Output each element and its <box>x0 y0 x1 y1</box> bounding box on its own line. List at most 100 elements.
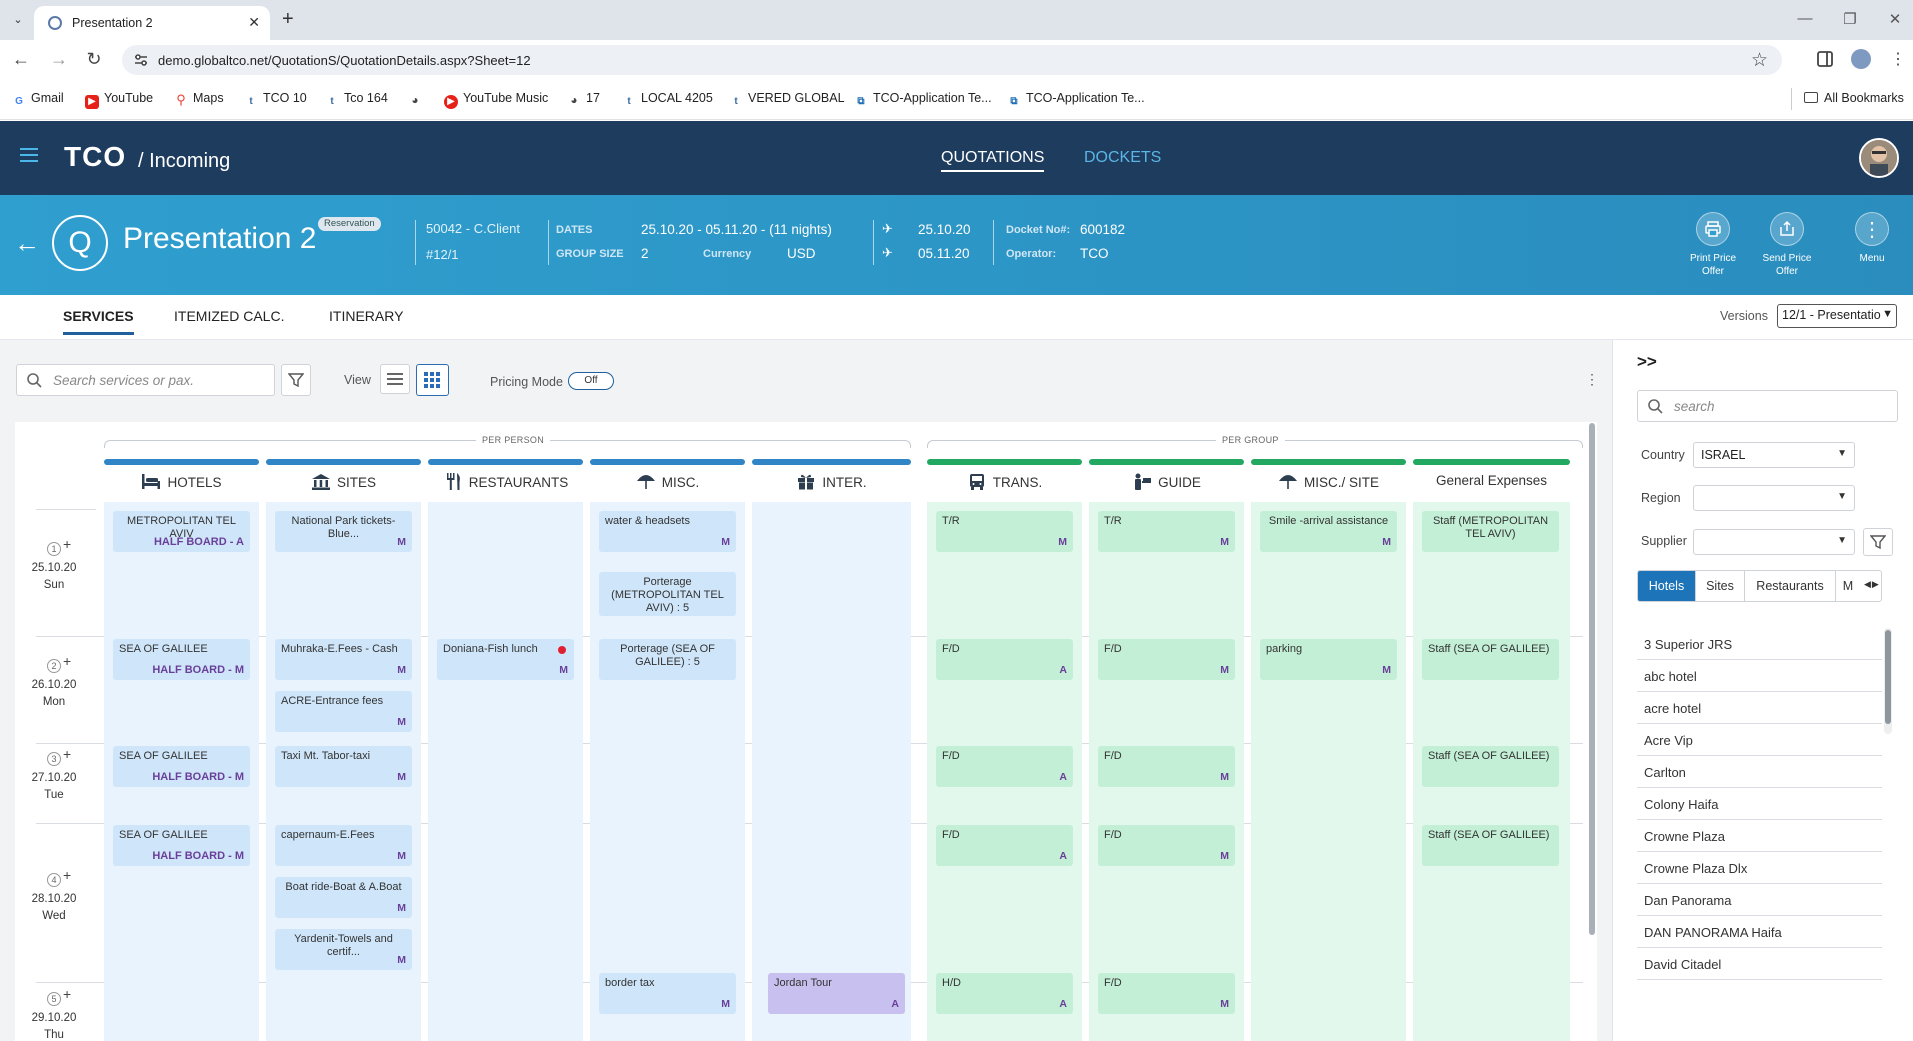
list-item[interactable]: 3 Superior JRS <box>1637 628 1882 660</box>
list-item[interactable]: Colony Haifa <box>1637 788 1882 820</box>
service-card[interactable]: parking M <box>1260 639 1397 680</box>
bookmark-vered-global[interactable]: t VERED GLOBAL <box>729 91 844 109</box>
service-card[interactable]: Doniana-Fish lunch M <box>437 639 574 680</box>
print-price-offer-label[interactable]: Print Price Offer <box>1678 252 1748 278</box>
service-card[interactable]: SEA OF GALILEE HALF BOARD - M <box>113 825 250 866</box>
restore-icon[interactable]: ❐ <box>1840 10 1860 28</box>
browser-tab[interactable]: Presentation 2 ✕ <box>34 6 270 40</box>
column-header-misc-site[interactable]: MISC./ SITE <box>1251 473 1406 490</box>
service-card[interactable]: Staff (METROPOLITAN TEL AVIV) <box>1422 511 1559 552</box>
list-item[interactable]: Carlton <box>1637 756 1882 788</box>
service-card[interactable]: Boat ride-Boat & A.Boat M <box>275 877 412 918</box>
browser-menu-icon[interactable]: ⋮ <box>1890 49 1906 69</box>
new-tab-icon[interactable]: + <box>282 8 294 30</box>
send-price-offer-label[interactable]: Send Price Offer <box>1752 252 1822 278</box>
back-arrow-icon[interactable]: ← <box>14 228 40 259</box>
pricing-mode-toggle[interactable]: Off <box>568 372 614 390</box>
bookmark-youtube-music[interactable]: ▶ YouTube Music <box>444 91 548 109</box>
nav-quotations[interactable]: QUOTATIONS <box>941 149 1045 172</box>
tab-restaurants[interactable]: Restaurants <box>1745 571 1836 601</box>
tab-sites[interactable]: Sites <box>1696 571 1745 601</box>
service-card[interactable]: F/D A <box>936 746 1073 787</box>
bookmark-17[interactable]: ◕ 17 <box>567 91 600 107</box>
reload-icon[interactable]: ↻ <box>83 48 105 70</box>
service-card[interactable]: H/D A <box>936 973 1073 1014</box>
tab-close-icon[interactable]: ✕ <box>248 14 260 31</box>
bookmark-maps[interactable]: ⚲ Maps <box>174 91 223 107</box>
service-card[interactable]: F/D M <box>1098 825 1235 866</box>
bookmark-globe[interactable]: ◕ <box>408 91 427 107</box>
service-card[interactable]: T/R M <box>1098 511 1235 552</box>
service-card[interactable]: F/D M <box>1098 973 1235 1014</box>
add-day-service-icon[interactable]: + <box>63 536 71 552</box>
service-card[interactable]: T/R M <box>936 511 1073 552</box>
tab-misc[interactable]: M <box>1836 571 1860 601</box>
service-card[interactable]: Porterage (METROPOLITAN TEL AVIV) : 5 <box>599 572 736 616</box>
send-price-offer-button[interactable] <box>1770 212 1804 246</box>
list-item[interactable]: Crowne Plaza <box>1637 820 1882 852</box>
versions-select[interactable]: 12/1 - Presentatio ▼ <box>1777 304 1897 328</box>
menu-button[interactable]: ⋮ <box>1855 212 1889 246</box>
column-header-inter[interactable]: INTER. <box>752 473 911 490</box>
country-select[interactable]: ISRAEL ▼ <box>1693 442 1855 468</box>
bookmark-tco10[interactable]: t TCO 10 <box>244 91 306 109</box>
service-card[interactable]: water & headsets M <box>599 511 736 552</box>
search-input[interactable]: Search services or pax. <box>16 364 275 396</box>
user-avatar[interactable] <box>1859 138 1899 178</box>
add-day-service-icon[interactable]: + <box>63 986 71 1002</box>
service-card[interactable]: F/D M <box>1098 746 1235 787</box>
tab-search-chevron-icon[interactable]: ⌄ <box>6 8 30 32</box>
list-item[interactable]: abc hotel <box>1637 660 1882 692</box>
list-item[interactable]: DAN PANORAMA Haifa <box>1637 916 1882 948</box>
minimize-icon[interactable]: — <box>1795 10 1815 27</box>
column-header-restaurants[interactable]: RESTAURANTS <box>428 473 583 490</box>
add-day-service-icon[interactable]: + <box>63 867 71 883</box>
service-card[interactable]: Jordan Tour A <box>768 973 905 1014</box>
bookmark-tco164[interactable]: t Tco 164 <box>325 91 387 109</box>
tab-itemized-calc[interactable]: ITEMIZED CALC. <box>174 308 284 324</box>
service-card[interactable]: METROPOLITAN TEL AVIV HALF BOARD - A <box>113 511 250 552</box>
service-card[interactable]: border tax M <box>599 973 736 1014</box>
service-card[interactable]: F/D A <box>936 825 1073 866</box>
service-card[interactable]: SEA OF GALILEE HALF BOARD - M <box>113 639 250 680</box>
bookmark-tco-app-1[interactable]: ⧉ TCO-Application Te... <box>854 91 991 109</box>
supplier-filter-button[interactable] <box>1863 528 1893 556</box>
tab-hotels[interactable]: Hotels <box>1638 571 1696 601</box>
list-item[interactable]: Crowne Plaza Dlx <box>1637 852 1882 884</box>
nav-dockets[interactable]: DOCKETS <box>1084 149 1161 167</box>
address-bar[interactable]: demo.globaltco.net/QuotationS/QuotationD… <box>122 45 1782 75</box>
column-header-trans[interactable]: TRANS. <box>927 473 1082 490</box>
supplier-select[interactable]: ▼ <box>1693 529 1855 555</box>
bookmark-tco-app-2[interactable]: ⧉ TCO-Application Te... <box>1007 91 1144 109</box>
bookmark-local-4205[interactable]: t LOCAL 4205 <box>622 91 712 109</box>
column-header-general-expenses[interactable]: General Expenses <box>1413 473 1570 488</box>
print-price-offer-button[interactable] <box>1696 212 1730 246</box>
add-day-service-icon[interactable]: + <box>63 653 71 669</box>
client-name[interactable]: 50042 - C.Client <box>426 221 520 236</box>
menu-label[interactable]: Menu <box>1837 252 1907 265</box>
list-item[interactable]: David Citadel <box>1637 948 1882 980</box>
service-card[interactable]: National Park tickets-Blue... M <box>275 511 412 552</box>
collapse-panel-button[interactable]: >> <box>1637 352 1657 372</box>
column-header-guide[interactable]: GUIDE <box>1089 473 1244 490</box>
column-header-hotels[interactable]: HOTELS <box>104 473 259 490</box>
list-item[interactable]: Dan Panorama <box>1637 884 1882 916</box>
side-panel-icon[interactable] <box>1815 49 1835 69</box>
service-card[interactable]: F/D A <box>936 639 1073 680</box>
region-select[interactable]: ▼ <box>1693 485 1855 511</box>
options-kebab-icon[interactable]: ⋮ <box>1585 372 1599 386</box>
profile-icon[interactable] <box>1851 49 1871 69</box>
service-card[interactable]: Porterage (SEA OF GALILEE) : 5 <box>599 639 736 680</box>
grid-view-button[interactable] <box>416 364 449 396</box>
service-card[interactable]: F/D M <box>1098 639 1235 680</box>
site-info-icon[interactable] <box>134 53 148 67</box>
forward-icon[interactable]: → <box>48 48 70 70</box>
service-card[interactable]: SEA OF GALILEE HALF BOARD - M <box>113 746 250 787</box>
service-card[interactable]: Yardenit-Towels and certif... M <box>275 929 412 970</box>
column-header-misc[interactable]: MISC. <box>590 473 745 490</box>
service-card[interactable]: Taxi Mt. Tabor-taxi M <box>275 746 412 787</box>
service-card[interactable]: Staff (SEA OF GALILEE) <box>1422 746 1559 787</box>
bookmark-gmail[interactable]: G Gmail <box>12 91 64 109</box>
tab-scroll-arrows-icon[interactable]: ◀▶ <box>1864 579 1880 590</box>
add-day-service-icon[interactable]: + <box>63 746 71 762</box>
